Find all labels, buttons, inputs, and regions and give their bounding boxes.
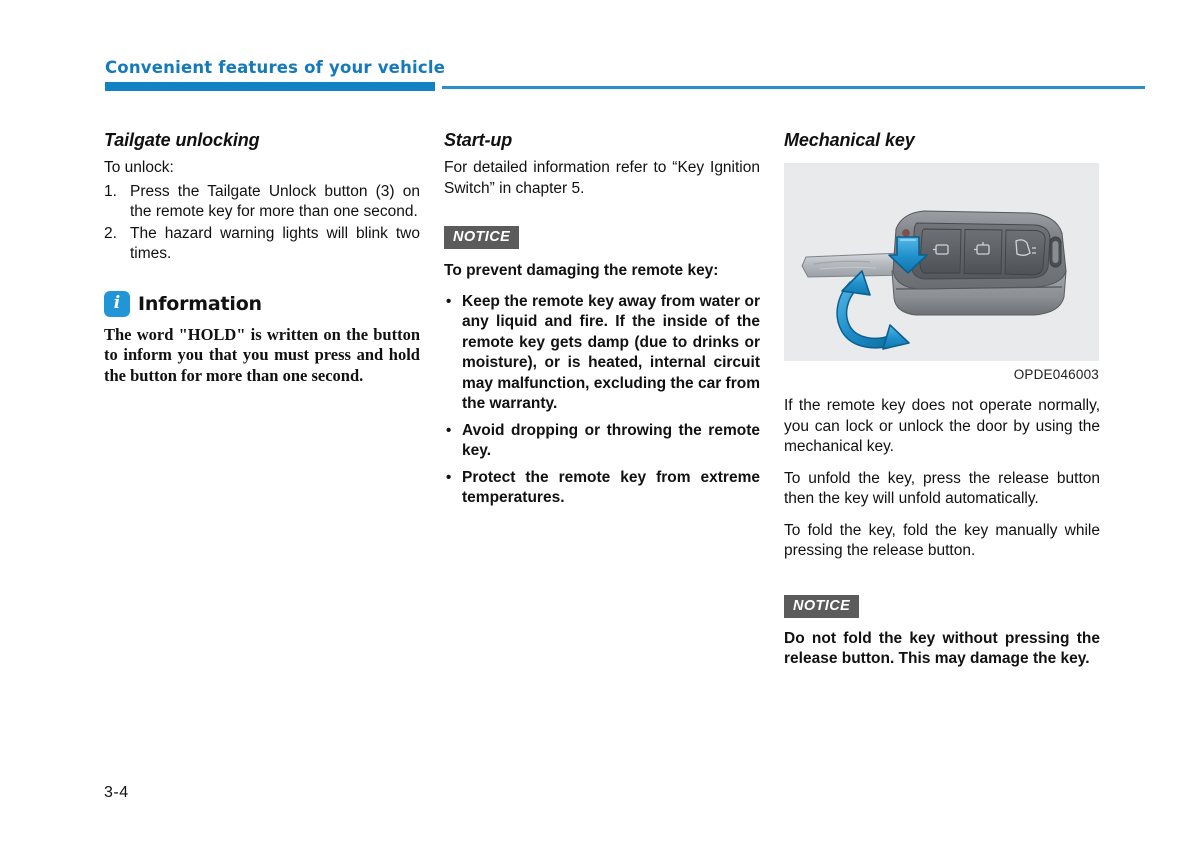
tailgate-button <box>1004 229 1046 276</box>
column-3: Mechanical key OPDE046003 If the remote … <box>784 130 1100 680</box>
page-columns: Tailgate unlocking To unlock: 1. Press t… <box>0 130 1200 770</box>
mechanical-key-paragraph-2: To unfold the key, press the release but… <box>784 469 1100 508</box>
led-indicator-icon <box>902 229 910 237</box>
information-header: i Information <box>104 290 420 317</box>
page-number: 3-4 <box>104 784 129 801</box>
chapter-title: Convenient features of your vehicle <box>105 58 446 77</box>
remote-key-unfold-illustration <box>784 163 1099 361</box>
remote-key-svg <box>801 210 1067 350</box>
mechanical-key-paragraph-1: If the remote key does not operate norma… <box>784 397 1100 455</box>
header-rule-thick <box>105 82 435 91</box>
notice-badge: NOTICE <box>444 226 520 249</box>
notice-badge: NOTICE <box>784 594 860 618</box>
figure-mechanical-key: OPDE046003 <box>784 163 1099 382</box>
page-header: Convenient features of your vehicle <box>105 58 1145 98</box>
tailgate-steps-list: 1. Press the Tailgate Unlock button (3) … <box>104 182 420 265</box>
list-item: Protect the remote key from extreme temp… <box>444 468 760 509</box>
list-item: 2. The hazard warning lights will blink … <box>104 224 420 265</box>
header-rule-thin <box>442 86 1145 89</box>
section-heading-start-up: Start-up <box>444 130 513 150</box>
tailgate-intro-text: To unlock: <box>104 159 174 176</box>
column-1: Tailgate unlocking To unlock: 1. Press t… <box>104 130 420 386</box>
figure-caption: OPDE046003 <box>1013 367 1099 382</box>
list-item: 1. Press the Tailgate Unlock button (3) … <box>104 182 420 223</box>
notice-body-text: Do not fold the key without pressing the… <box>784 629 1100 668</box>
start-up-paragraph: For detailed information refer to “Key I… <box>444 159 760 197</box>
column-2: Start-up For detailed information refer … <box>444 130 760 515</box>
step-text: Press the Tailgate Unlock button (3) on … <box>130 182 420 221</box>
section-heading-mechanical-key: Mechanical key <box>784 130 915 150</box>
notice-bullet-list: Keep the remote key away from water or a… <box>444 292 760 509</box>
information-title: Information <box>138 292 262 315</box>
step-number: 1. <box>104 182 117 200</box>
step-number: 2. <box>104 224 117 242</box>
step-text: The hazard warning lights will blink two… <box>130 224 420 263</box>
unlock-button <box>963 229 1003 275</box>
information-body: The word "HOLD" is written on the button… <box>104 324 420 385</box>
list-item: Keep the remote key away from water or a… <box>444 292 760 415</box>
section-heading-tailgate-unlocking: Tailgate unlocking <box>104 130 260 150</box>
mechanical-key-paragraph-3: To fold the key, fold the key manually w… <box>784 521 1100 560</box>
notice-lead-text: To prevent damaging the remote key: <box>444 262 719 279</box>
key-ring-slot-icon <box>1049 236 1062 268</box>
lock-button <box>919 228 962 274</box>
information-block: i Information The word "HOLD" is written… <box>104 290 420 387</box>
list-item: Avoid dropping or throwing the remote ke… <box>444 421 760 462</box>
info-icon: i <box>104 290 130 317</box>
